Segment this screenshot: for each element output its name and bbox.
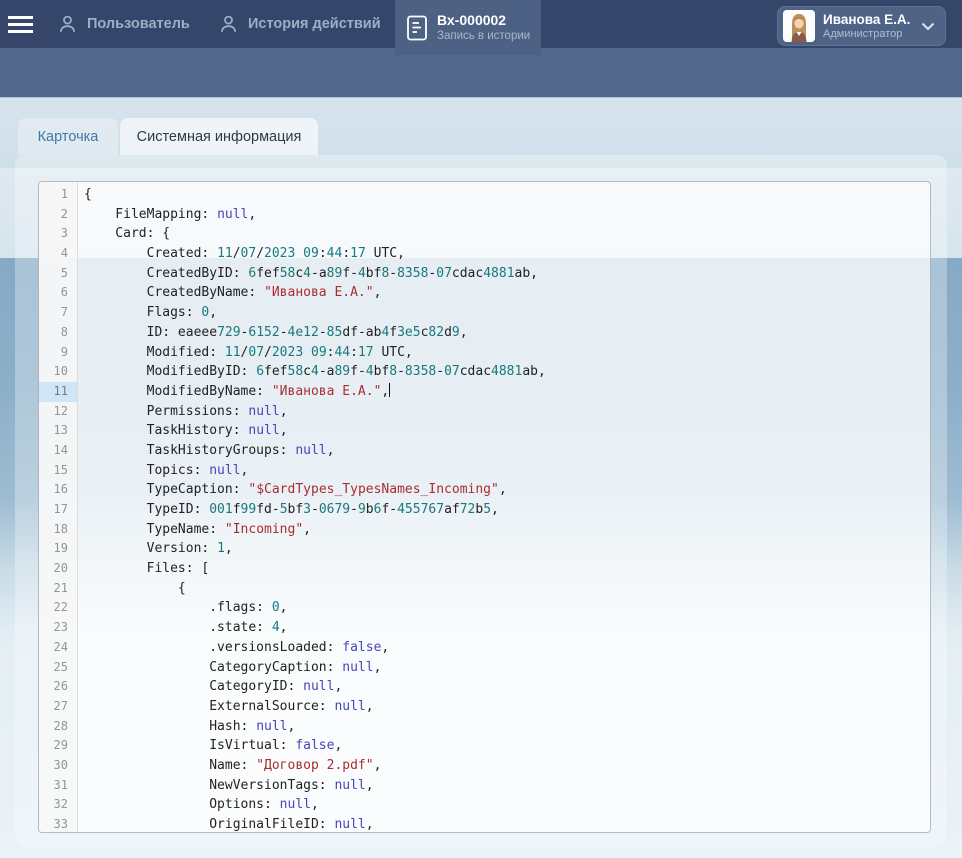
code-line[interactable]: Options: null, (84, 795, 930, 815)
code-area[interactable]: { FileMapping: null, Card: { Created: 11… (78, 182, 930, 832)
code-line[interactable]: FileMapping: null, (84, 205, 930, 225)
user-icon (218, 13, 239, 35)
code-line[interactable]: CreatedByID: 6fef58c4-a89f-4bf8-8358-07c… (84, 264, 930, 284)
line-number: 23 (39, 618, 77, 638)
code-line[interactable]: Files: [ (84, 559, 930, 579)
line-number: 33 (39, 815, 77, 833)
line-number: 7 (39, 303, 77, 323)
nav-tab-history-label: История действий (248, 16, 381, 32)
line-number: 15 (39, 461, 77, 481)
line-number: 2 (39, 205, 77, 225)
code-line[interactable]: .flags: 0, (84, 598, 930, 618)
tab-system-info[interactable]: Системная информация (120, 118, 318, 155)
line-number: 9 (39, 343, 77, 363)
code-line[interactable]: Permissions: null, (84, 402, 930, 422)
code-line[interactable]: { (84, 185, 930, 205)
line-number: 1 (39, 185, 77, 205)
code-line[interactable]: Created: 11/07/2023 09:44:17 UTC, (84, 244, 930, 264)
json-viewer: 1234567891011121314151617181920212223242… (38, 181, 931, 833)
line-number: 27 (39, 697, 77, 717)
code-line[interactable]: NewVersionTags: null, (84, 776, 930, 796)
header-band (0, 48, 962, 97)
active-tab-title: Вх-000002 (437, 12, 530, 29)
line-number: 30 (39, 756, 77, 776)
line-number: 29 (39, 736, 77, 756)
user-icon (57, 13, 78, 35)
line-number: 31 (39, 776, 77, 796)
line-number: 21 (39, 579, 77, 599)
menu-icon[interactable] (8, 16, 34, 33)
tab-system-info-label: Системная информация (137, 129, 302, 145)
text-caret (389, 383, 390, 397)
line-number: 22 (39, 598, 77, 618)
code-line[interactable]: ExternalSource: null, (84, 697, 930, 717)
code-line[interactable]: ModifiedByID: 6fef58c4-a89f-4bf8-8358-07… (84, 362, 930, 382)
code-line[interactable]: ModifiedByName: "Иванова Е.А.", (84, 382, 930, 402)
code-line[interactable]: CategoryCaption: null, (84, 658, 930, 678)
code-line[interactable]: Version: 1, (84, 539, 930, 559)
code-line[interactable]: .versionsLoaded: false, (84, 638, 930, 658)
code-line[interactable]: Topics: null, (84, 461, 930, 481)
line-number: 17 (39, 500, 77, 520)
line-number-gutter: 1234567891011121314151617181920212223242… (39, 182, 78, 832)
line-number: 8 (39, 323, 77, 343)
code-line[interactable]: Flags: 0, (84, 303, 930, 323)
line-number: 10 (39, 362, 77, 382)
code-line[interactable]: { (84, 579, 930, 599)
line-number: 24 (39, 638, 77, 658)
line-number: 25 (39, 658, 77, 678)
nav-tab-user-label: Пользователь (87, 16, 190, 32)
line-number: 14 (39, 441, 77, 461)
document-icon (406, 14, 428, 42)
code-line[interactable]: TypeCaption: "$CardTypes_TypesNames_Inco… (84, 480, 930, 500)
code-line[interactable]: CreatedByName: "Иванова Е.А.", (84, 283, 930, 303)
line-number: 20 (39, 559, 77, 579)
line-number: 12 (39, 402, 77, 422)
code-line[interactable]: TypeName: "Incoming", (84, 520, 930, 540)
code-line[interactable]: .state: 4, (84, 618, 930, 638)
user-role: Администратор (823, 28, 910, 41)
code-line[interactable]: CategoryID: null, (84, 677, 930, 697)
code-line[interactable]: TaskHistoryGroups: null, (84, 441, 930, 461)
line-number: 6 (39, 283, 77, 303)
code-line[interactable]: Modified: 11/07/2023 09:44:17 UTC, (84, 343, 930, 363)
line-number: 28 (39, 717, 77, 737)
nav-tab-history[interactable]: История действий (218, 0, 381, 48)
tab-card[interactable]: Карточка (18, 118, 118, 155)
code-line[interactable]: OriginalFileID: null, (84, 815, 930, 833)
code-line[interactable]: Card: { (84, 224, 930, 244)
active-tab-subtitle: Запись в истории (437, 29, 530, 43)
line-number: 5 (39, 264, 77, 284)
tab-card-label: Карточка (38, 129, 99, 145)
code-line[interactable]: IsVirtual: false, (84, 736, 930, 756)
line-number: 32 (39, 795, 77, 815)
line-number: 4 (39, 244, 77, 264)
line-number: 11 (39, 382, 77, 402)
user-menu[interactable]: Иванова Е.А. Администратор (777, 6, 946, 46)
line-number: 3 (39, 224, 77, 244)
avatar (783, 10, 815, 42)
code-line[interactable]: TypeID: 001f99fd-5bf3-0679-9b6f-455767af… (84, 500, 930, 520)
line-number: 18 (39, 520, 77, 540)
line-number: 13 (39, 421, 77, 441)
line-number: 16 (39, 480, 77, 500)
code-line[interactable]: ID: eaeee729-6152-4e12-85df-ab4f3e5c82d9… (84, 323, 930, 343)
nav-tab-document-active[interactable]: Вх-000002 Запись в истории (395, 0, 541, 55)
code-line[interactable]: Name: "Договор 2.pdf", (84, 756, 930, 776)
line-number: 19 (39, 539, 77, 559)
code-line[interactable]: Hash: null, (84, 717, 930, 737)
code-line[interactable]: TaskHistory: null, (84, 421, 930, 441)
nav-tab-user[interactable]: Пользователь (57, 0, 190, 48)
chevron-down-icon (921, 22, 935, 31)
user-name: Иванова Е.А. (823, 12, 910, 28)
line-number: 26 (39, 677, 77, 697)
